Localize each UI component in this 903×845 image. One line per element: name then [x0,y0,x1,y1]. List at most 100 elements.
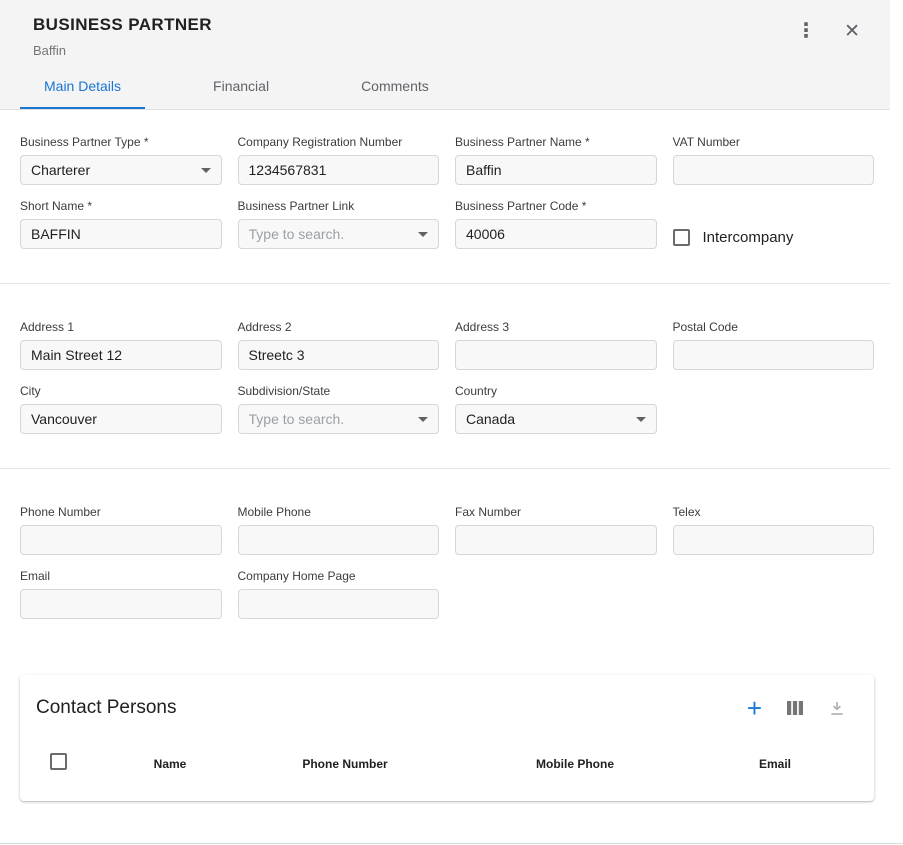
column-header-name: Name [80,757,260,771]
field-address-1: Address 1 [20,320,222,370]
dialog-header: BUSINESS PARTNER Baffin ⋮ ✕ [0,0,890,64]
add-contact-icon[interactable]: + [745,695,764,721]
contact-persons-table-header: Name Phone Number Mobile Phone Email [20,737,874,793]
address-3-label: Address 3 [455,320,657,334]
contact-persons-title: Contact Persons [36,697,176,719]
dialog-header-area: BUSINESS PARTNER Baffin ⋮ ✕ Main Details… [0,0,890,110]
mobile-phone-input[interactable] [238,525,440,555]
business-partner-name-label: Business Partner Name * [455,135,657,149]
business-partner-type-value: Charterer [31,162,90,178]
tab-bar: Main Details Financial Comments [0,64,890,110]
field-business-partner-type: Business Partner Type * Charterer [20,135,222,185]
business-partner-link-select[interactable]: Type to search. [238,219,440,249]
subdivision-state-select[interactable]: Type to search. [238,404,440,434]
business-partner-dialog: BUSINESS PARTNER Baffin ⋮ ✕ Main Details… [0,0,903,844]
country-select[interactable]: Canada [455,404,657,434]
company-home-page-label: Company Home Page [238,569,440,583]
field-short-name: Short Name * [20,199,222,249]
email-input[interactable] [20,589,222,619]
phone-number-label: Phone Number [20,505,222,519]
contact-persons-card: Contact Persons + [20,675,874,801]
postal-code-label: Postal Code [673,320,875,334]
vat-number-input[interactable] [673,155,875,185]
field-phone-number: Phone Number [20,505,222,555]
subdivision-state-placeholder: Type to search. [249,411,345,427]
field-telex: Telex [673,505,875,555]
mobile-phone-label: Mobile Phone [238,505,440,519]
field-company-registration-number: Company Registration Number [238,135,440,185]
company-home-page-input[interactable] [238,589,440,619]
chevron-down-icon [636,417,646,422]
close-icon[interactable]: ✕ [842,20,862,43]
column-header-email: Email [720,757,830,771]
field-postal-code: Postal Code [673,320,875,370]
field-mobile-phone: Mobile Phone [238,505,440,555]
field-address-3: Address 3 [455,320,657,370]
header-actions: ⋮ ✕ [794,19,862,43]
intercompany-checkbox[interactable] [673,229,690,246]
telex-input[interactable] [673,525,875,555]
address-2-input[interactable] [238,340,440,370]
city-input[interactable] [20,404,222,434]
field-fax-number: Fax Number [455,505,657,555]
section-identity: Business Partner Type * Charterer Compan… [0,110,890,283]
subdivision-state-label: Subdivision/State [238,384,440,398]
section-address: Address 1 Address 2 Address 3 Postal Cod… [0,284,890,468]
section-contact-info: Phone Number Mobile Phone Fax Number Tel… [0,469,890,653]
field-city: City [20,384,222,434]
fax-number-label: Fax Number [455,505,657,519]
phone-number-input[interactable] [20,525,222,555]
address-3-input[interactable] [455,340,657,370]
address-1-input[interactable] [20,340,222,370]
page-title: BUSINESS PARTNER [33,15,212,35]
chevron-down-icon [418,232,428,237]
company-registration-number-label: Company Registration Number [238,135,440,149]
column-header-mobile-phone: Mobile Phone [430,757,720,771]
country-value: Canada [466,411,515,427]
field-intercompany: Intercompany [673,199,875,249]
short-name-label: Short Name * [20,199,222,213]
select-all-cell [20,753,80,775]
kebab-menu-icon[interactable]: ⋮ [794,19,818,43]
short-name-input[interactable] [20,219,222,249]
download-icon[interactable] [826,697,848,719]
field-address-2: Address 2 [238,320,440,370]
field-business-partner-name: Business Partner Name * [455,135,657,185]
tab-main-details[interactable]: Main Details [20,64,145,109]
business-partner-code-label: Business Partner Code * [455,199,657,213]
email-label: Email [20,569,222,583]
empty-cell [673,384,875,434]
tab-financial[interactable]: Financial [189,64,293,109]
field-business-partner-link: Business Partner Link Type to search. [238,199,440,249]
business-partner-name-input[interactable] [455,155,657,185]
tab-comments[interactable]: Comments [337,64,453,109]
address-1-label: Address 1 [20,320,222,334]
fax-number-input[interactable] [455,525,657,555]
business-partner-link-label: Business Partner Link [238,199,440,213]
address-2-label: Address 2 [238,320,440,334]
business-partner-code-input[interactable] [455,219,657,249]
country-label: Country [455,384,657,398]
field-vat-number: VAT Number [673,135,875,185]
postal-code-input[interactable] [673,340,875,370]
telex-label: Telex [673,505,875,519]
business-partner-type-select[interactable]: Charterer [20,155,222,185]
field-company-home-page: Company Home Page [238,569,440,619]
field-subdivision-state: Subdivision/State Type to search. [238,384,440,434]
header-text: BUSINESS PARTNER Baffin [33,15,212,58]
chevron-down-icon [201,168,211,173]
intercompany-label: Intercompany [703,229,794,246]
select-all-checkbox[interactable] [50,753,67,770]
city-label: City [20,384,222,398]
company-registration-number-input[interactable] [238,155,440,185]
business-partner-link-placeholder: Type to search. [249,226,345,242]
business-partner-type-label: Business Partner Type * [20,135,222,149]
chevron-down-icon [418,417,428,422]
contact-persons-header: Contact Persons + [20,675,874,737]
page-subtitle: Baffin [33,43,212,58]
form-content: Business Partner Type * Charterer Compan… [0,110,890,801]
column-header-phone-number: Phone Number [260,757,430,771]
field-business-partner-code: Business Partner Code * [455,199,657,249]
field-email: Email [20,569,222,619]
columns-icon[interactable] [784,697,806,719]
